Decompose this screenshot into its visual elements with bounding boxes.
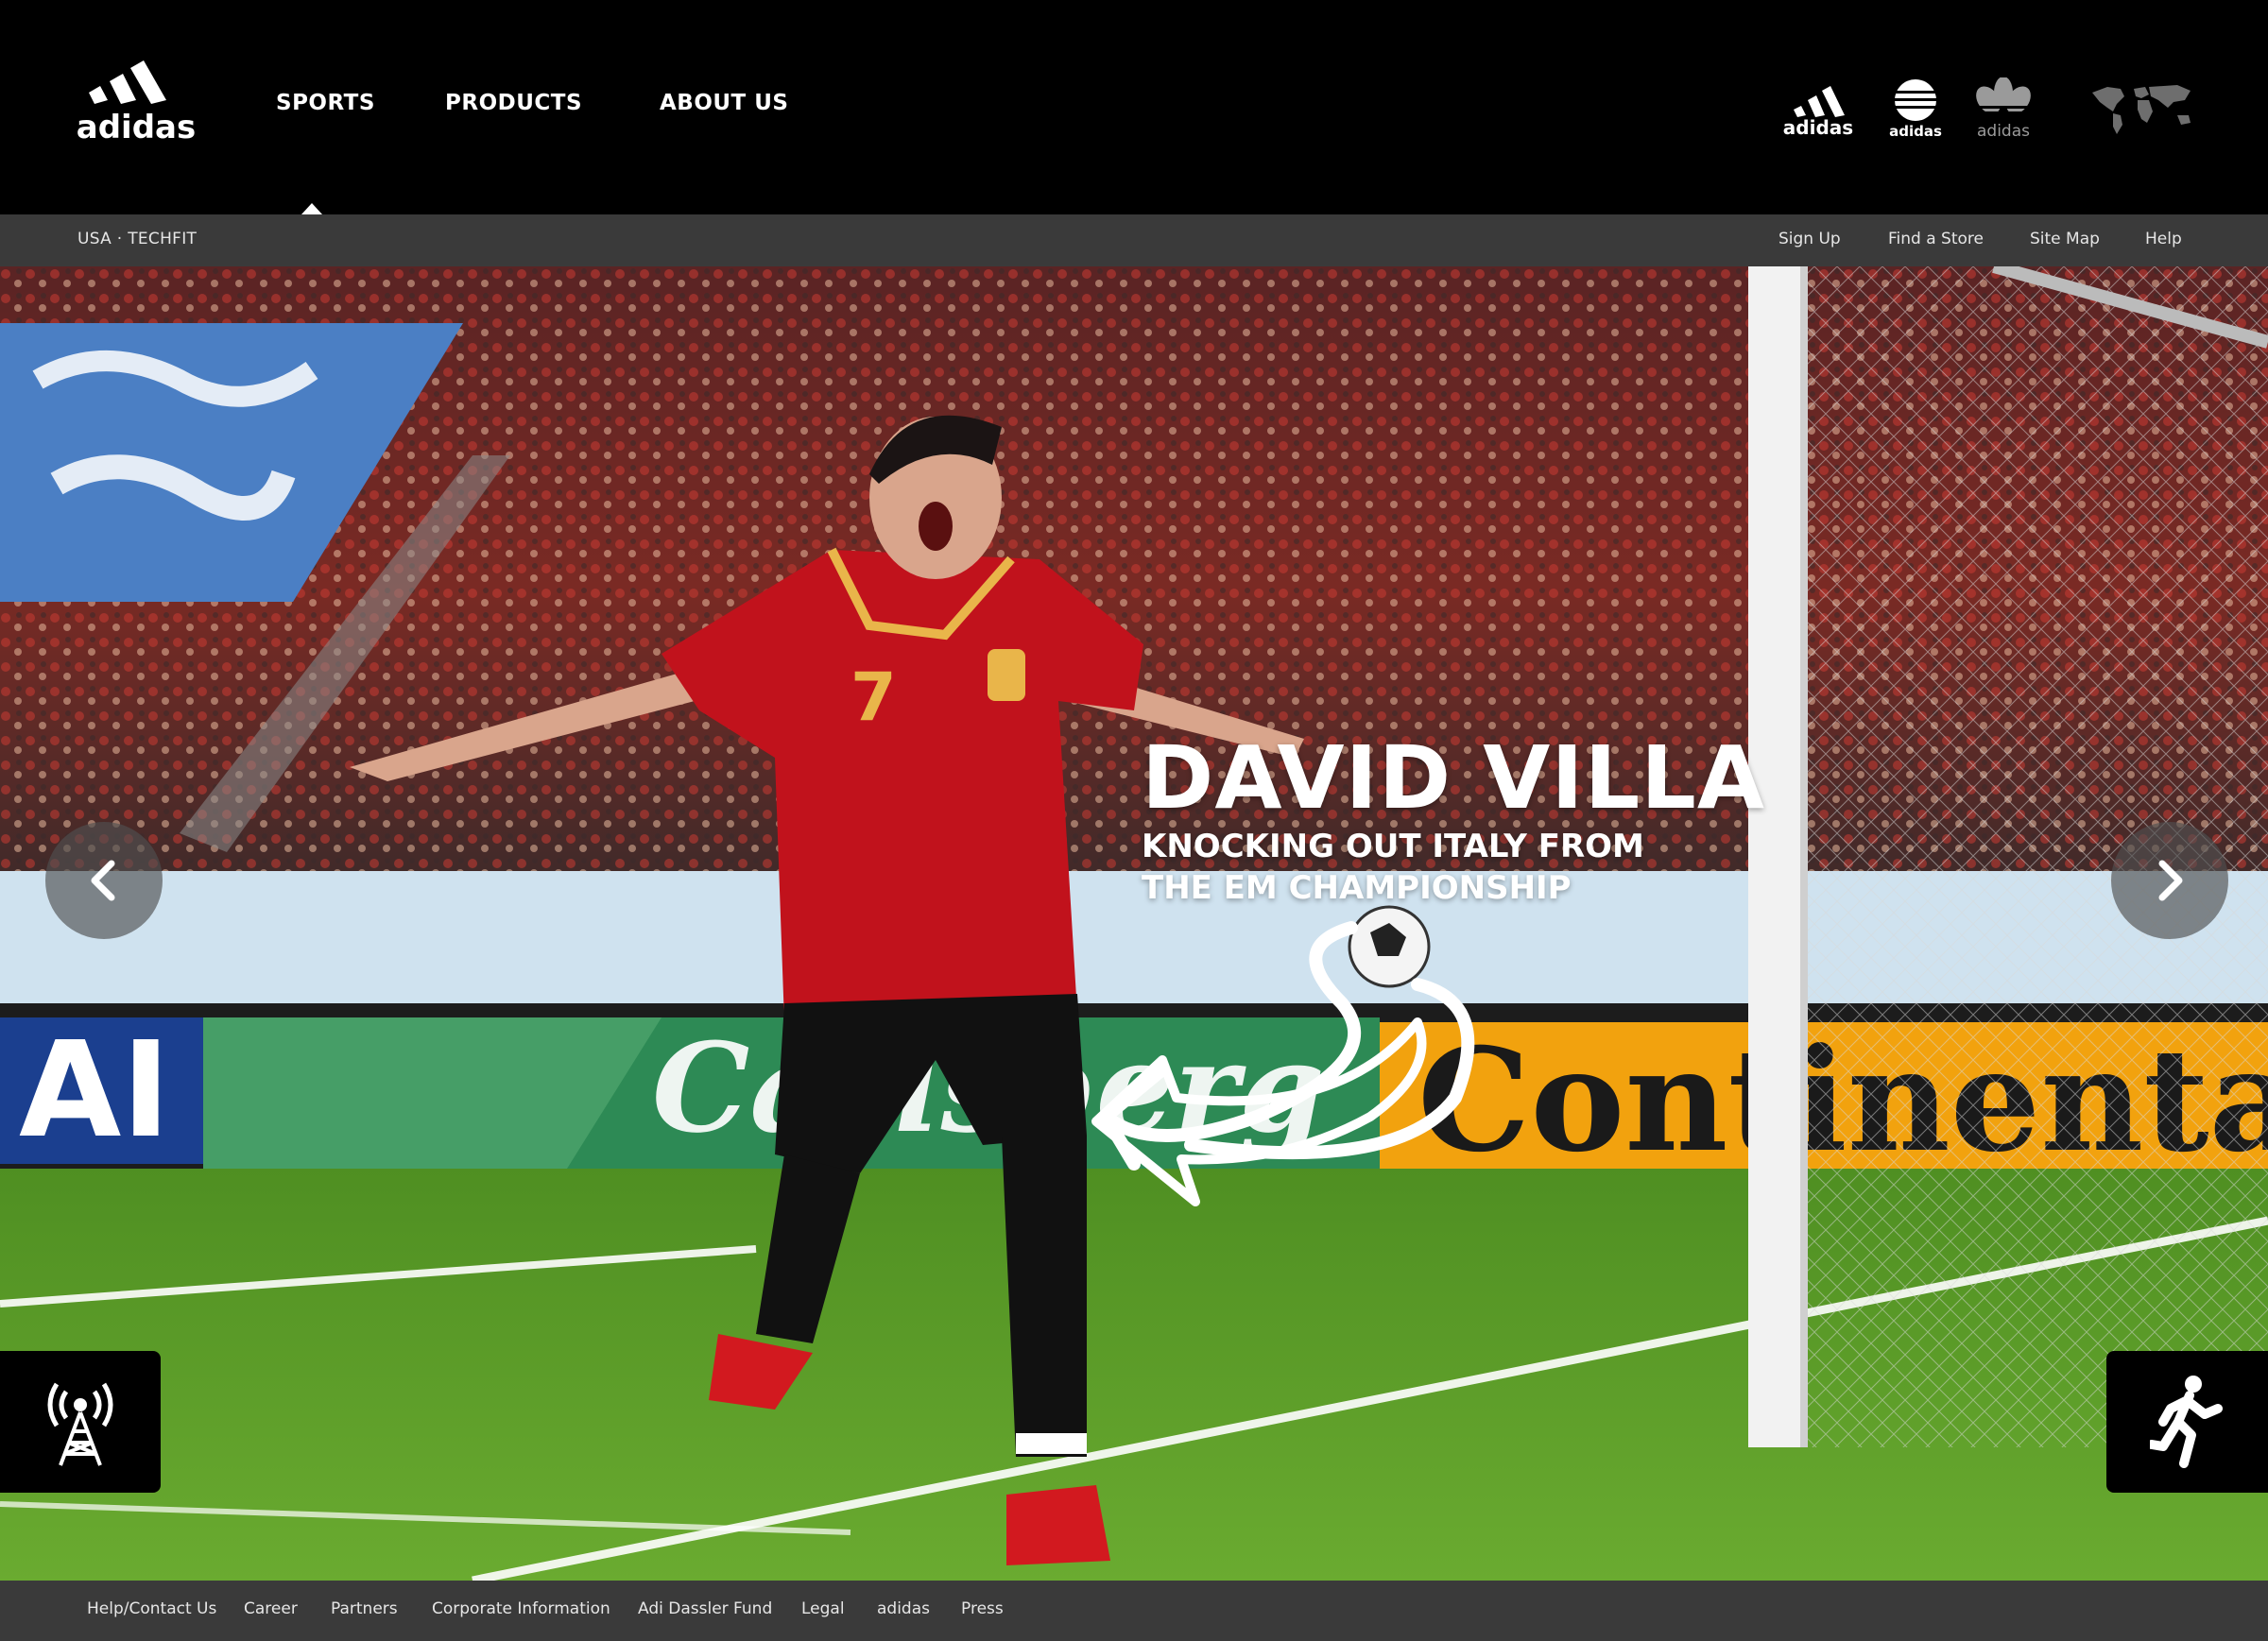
sport-style-label: adidas <box>1889 123 1942 140</box>
utility-bar: USA · TECHFIT Sign Up Find a Store Site … <box>0 214 2268 266</box>
footer-legal-link[interactable]: Legal <box>801 1599 845 1618</box>
banner-left-text: AI <box>19 1014 170 1168</box>
hero-title: DAVID VILLA <box>1142 727 1766 829</box>
chevron-right-icon <box>2158 860 2183 901</box>
hero-subtitle: KNOCKING OUT ITALY FROM THE EM CHAMPIONS… <box>1142 826 1671 909</box>
hero-slide: AI Carlsberg Continental 7 <box>0 266 2268 1581</box>
nav-products[interactable]: PRODUCTS <box>445 91 582 115</box>
footer-partners-link[interactable]: Partners <box>331 1599 398 1618</box>
broadcast-button[interactable] <box>0 1351 161 1493</box>
originals-trefoil-icon[interactable]: adidas <box>1967 77 2039 140</box>
jersey-number: 7 <box>850 658 897 736</box>
hero-subtitle-line-2: THE EM CHAMPIONSHIP <box>1142 869 1572 907</box>
breadcrumb: USA · TECHFIT <box>77 230 198 248</box>
top-header: adidas SPORTS PRODUCTS ABOUT US adidas a… <box>0 0 2268 214</box>
runner-button[interactable] <box>2106 1351 2268 1493</box>
site-map-link[interactable]: Site Map <box>2030 230 2100 248</box>
sign-up-link[interactable]: Sign Up <box>1778 230 1841 248</box>
performance-logo-icon[interactable]: adidas <box>1780 77 1856 140</box>
world-map-icon[interactable] <box>2087 79 2200 136</box>
logo-wordmark: adidas <box>77 109 196 142</box>
footer-career-link[interactable]: Career <box>244 1599 298 1618</box>
next-slide-button[interactable] <box>2111 822 2228 939</box>
chevron-left-icon <box>91 860 115 901</box>
help-link[interactable]: Help <box>2145 230 2182 248</box>
nav-sports[interactable]: SPORTS <box>276 91 375 115</box>
previous-slide-button[interactable] <box>45 822 163 939</box>
active-nav-caret <box>301 203 322 214</box>
performance-label: adidas <box>1783 116 1853 139</box>
originals-label: adidas <box>1977 122 2030 140</box>
footer-help-contact-link[interactable]: Help/Contact Us <box>87 1599 216 1618</box>
footer-corporate-info-link[interactable]: Corporate Information <box>432 1599 610 1618</box>
find-a-store-link[interactable]: Find a Store <box>1888 230 1984 248</box>
nav-about-us[interactable]: ABOUT US <box>660 91 789 115</box>
signal-tower-icon <box>47 1382 113 1466</box>
footer-bar: Help/Contact Us Career Partners Corporat… <box>0 1581 2268 1641</box>
runner-icon <box>2149 1376 2223 1468</box>
footer-adidas-link[interactable]: adidas <box>877 1599 930 1618</box>
hero-photo: AI Carlsberg Continental 7 <box>0 266 2268 1581</box>
hero-subtitle-line-1: KNOCKING OUT ITALY FROM <box>1142 828 1644 865</box>
footer-press-link[interactable]: Press <box>961 1599 1004 1618</box>
sport-style-logo-icon[interactable]: adidas <box>1882 77 1949 140</box>
footer-adi-dassler-fund-link[interactable]: Adi Dassler Fund <box>638 1599 772 1618</box>
adidas-logo[interactable]: adidas <box>72 55 200 142</box>
